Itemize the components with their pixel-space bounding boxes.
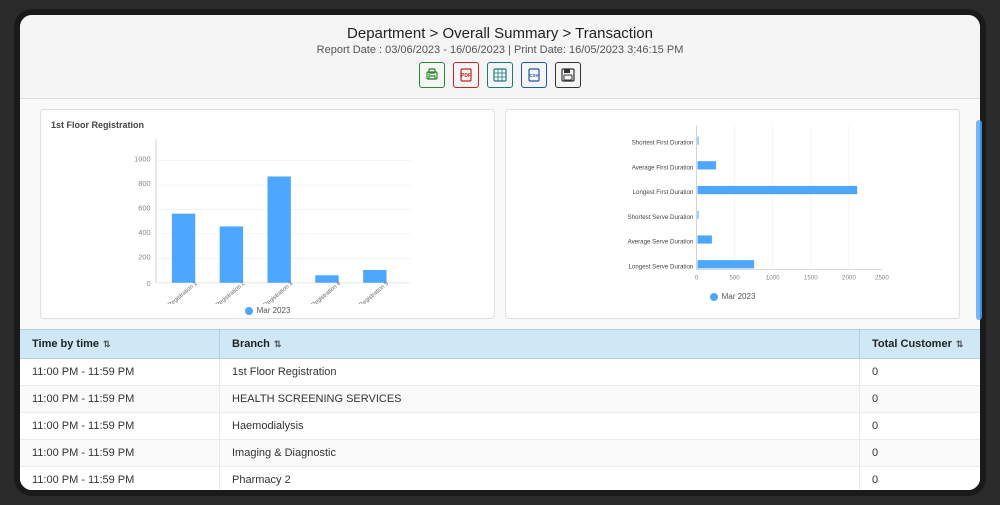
- sort-time-icon[interactable]: ⇅: [103, 339, 111, 350]
- horiz-chart: 0 500 1000 1500 2000 2500 Shortest First…: [516, 120, 949, 290]
- main-content: 1st Floor Registration 0 200 400: [20, 99, 980, 490]
- td-branch: Haemodialysis: [220, 413, 860, 439]
- table-row: 11:00 PM - 11:59 PM HEALTH SCREENING SER…: [20, 386, 980, 413]
- svg-text:Registration 4: Registration 4: [311, 280, 343, 304]
- csv-button[interactable]: CSV: [521, 62, 547, 88]
- horiz-chart-legend: Mar 2023: [516, 292, 949, 301]
- td-time: 11:00 PM - 11:59 PM: [20, 467, 220, 490]
- table-body: 11:00 PM - 11:59 PM 1st Floor Registrati…: [20, 359, 980, 490]
- svg-text:600: 600: [138, 204, 150, 213]
- table-header: Time by time ⇅ Branch ⇅ Total Customer ⇅: [20, 329, 980, 359]
- svg-text:0: 0: [146, 279, 150, 288]
- toolbar: PDF CSV: [40, 62, 960, 88]
- svg-text:Registration 1: Registration 1: [167, 281, 198, 304]
- charts-area: 1st Floor Registration 0 200 400: [20, 99, 980, 329]
- td-branch: Pharmacy 2: [220, 467, 860, 490]
- svg-text:800: 800: [138, 179, 150, 188]
- td-total: 0: [860, 386, 980, 412]
- svg-text:Registration 3: Registration 3: [263, 281, 294, 304]
- svg-text:400: 400: [138, 228, 150, 237]
- th-time-label: Time by time: [32, 338, 99, 350]
- th-branch-label: Branch: [232, 338, 270, 350]
- td-time: 11:00 PM - 11:59 PM: [20, 413, 220, 439]
- svg-text:Longest First Duration: Longest First Duration: [633, 189, 694, 196]
- th-time: Time by time ⇅: [20, 330, 220, 358]
- svg-text:500: 500: [729, 275, 740, 282]
- horiz-chart-legend-label: Mar 2023: [722, 292, 756, 301]
- bar-chart-container: 1st Floor Registration 0 200 400: [40, 109, 495, 319]
- horiz-legend-dot: [710, 293, 718, 301]
- svg-text:1000: 1000: [134, 155, 151, 164]
- page-title: Department > Overall Summary > Transacti…: [40, 25, 960, 42]
- pdf-button[interactable]: PDF: [453, 62, 479, 88]
- svg-text:2500: 2500: [875, 275, 889, 282]
- td-total: 0: [860, 413, 980, 439]
- sort-branch-icon[interactable]: ⇅: [274, 339, 282, 350]
- print-button[interactable]: [419, 62, 445, 88]
- scrollbar[interactable]: [976, 120, 980, 320]
- bar-chart-legend-label: Mar 2023: [257, 306, 291, 315]
- svg-text:0: 0: [695, 275, 699, 282]
- td-total: 0: [860, 467, 980, 490]
- td-time: 11:00 PM - 11:59 PM: [20, 359, 220, 385]
- td-time: 11:00 PM - 11:59 PM: [20, 386, 220, 412]
- svg-text:CSV: CSV: [529, 73, 538, 78]
- table-row: 11:00 PM - 11:59 PM Imaging & Diagnostic…: [20, 440, 980, 467]
- table-row: 11:00 PM - 11:59 PM 1st Floor Registrati…: [20, 359, 980, 386]
- bar-chart-legend: Mar 2023: [51, 306, 484, 315]
- svg-text:Registration 5: Registration 5: [358, 281, 389, 304]
- td-total: 0: [860, 440, 980, 466]
- svg-text:Average First Duration: Average First Duration: [632, 164, 694, 171]
- svg-text:Shortest First Duration: Shortest First Duration: [632, 140, 694, 147]
- horiz-chart-container: 0 500 1000 1500 2000 2500 Shortest First…: [505, 109, 960, 319]
- sort-total-icon[interactable]: ⇅: [956, 339, 964, 350]
- bar-chart: 0 200 400 600 800 1000: [51, 134, 484, 304]
- header: Department > Overall Summary > Transacti…: [20, 15, 980, 99]
- td-total: 0: [860, 359, 980, 385]
- svg-text:200: 200: [138, 252, 150, 261]
- report-subtitle: Report Date : 03/06/2023 - 16/06/2023 | …: [40, 44, 960, 56]
- bar-chart-title: 1st Floor Registration: [51, 120, 484, 130]
- th-total: Total Customer ⇅: [860, 330, 980, 358]
- td-branch: 1st Floor Registration: [220, 359, 860, 385]
- svg-text:Average Serve Duration: Average Serve Duration: [628, 239, 694, 246]
- th-branch: Branch ⇅: [220, 330, 860, 358]
- td-branch: Imaging & Diagnostic: [220, 440, 860, 466]
- save-button[interactable]: [555, 62, 581, 88]
- th-total-label: Total Customer: [872, 338, 952, 350]
- table-area: Time by time ⇅ Branch ⇅ Total Customer ⇅…: [20, 329, 980, 490]
- td-time: 11:00 PM - 11:59 PM: [20, 440, 220, 466]
- device-frame: Department > Overall Summary > Transacti…: [20, 15, 980, 490]
- svg-text:2000: 2000: [842, 275, 856, 282]
- svg-text:Longest Serve Duration: Longest Serve Duration: [628, 263, 693, 270]
- table-row: 11:00 PM - 11:59 PM Haemodialysis 0: [20, 413, 980, 440]
- svg-text:1000: 1000: [766, 275, 780, 282]
- table-row: 11:00 PM - 11:59 PM Pharmacy 2 0: [20, 467, 980, 490]
- td-branch: HEALTH SCREENING SERVICES: [220, 386, 860, 412]
- legend-dot: [245, 307, 253, 315]
- svg-text:Shortest Serve Duration: Shortest Serve Duration: [627, 214, 693, 221]
- svg-text:PDF: PDF: [461, 73, 471, 79]
- svg-text:1500: 1500: [804, 275, 818, 282]
- svg-text:Registration 2: Registration 2: [215, 281, 246, 304]
- excel-button[interactable]: [487, 62, 513, 88]
